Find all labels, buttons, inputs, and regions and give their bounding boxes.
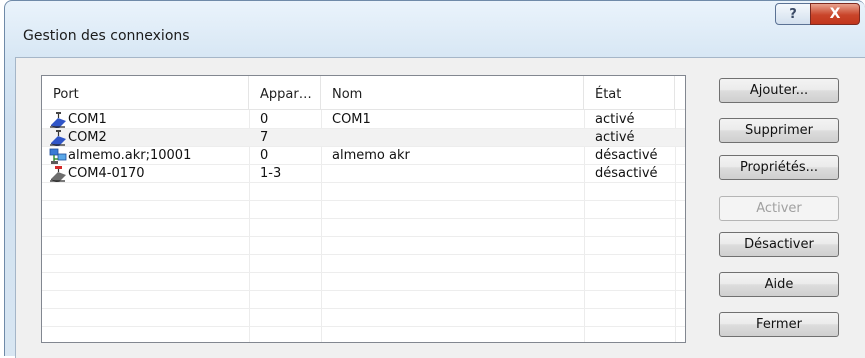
port-cell: COM4-0170 (42, 165, 249, 182)
port-name: almemo.akr;10001 (68, 148, 192, 163)
port-cell: almemo.akr;10001 (42, 147, 249, 164)
serial-port-icon (50, 129, 66, 146)
empty-row (42, 201, 685, 219)
column-header-etat[interactable]: État (584, 76, 675, 109)
add-button[interactable]: Ajouter... (719, 78, 839, 103)
nom-cell (321, 129, 584, 146)
appareils-cell: 0 (260, 112, 269, 127)
appareils-cell: 1-3 (260, 166, 282, 181)
empty-row (42, 327, 685, 342)
nom-cell (321, 165, 584, 182)
appareils-cell: 0 (260, 148, 269, 163)
port-name: COM2 (68, 130, 107, 145)
empty-row (42, 273, 685, 291)
close-title-button[interactable]: X (810, 3, 860, 25)
empty-row (42, 255, 685, 273)
help-icon: ? (789, 6, 797, 22)
properties-button[interactable]: Propriétés... (719, 155, 839, 180)
etat-cell: activé (595, 112, 635, 127)
table-row[interactable]: almemo.akr;10001 0 almemo akr désactivé (42, 147, 685, 165)
empty-row (42, 237, 685, 255)
deactivate-button[interactable]: Désactiver (719, 232, 839, 257)
empty-row (42, 219, 685, 237)
nom-cell: COM1 (332, 112, 371, 127)
connections-list[interactable]: Port Appar… Nom État COM1 0 COM1 activé … (41, 75, 686, 343)
column-header-nom[interactable]: Nom (321, 76, 584, 109)
empty-row (42, 309, 685, 327)
port-cell: COM1 (42, 111, 249, 128)
serial-port-disabled-icon (50, 165, 66, 182)
table-row[interactable]: COM2 7 activé (42, 129, 685, 147)
table-row[interactable]: COM4-0170 1-3 désactivé (42, 165, 685, 183)
port-name: COM1 (68, 112, 107, 127)
etat-cell: activé (595, 130, 635, 145)
empty-row (42, 183, 685, 201)
column-header-appareils[interactable]: Appar… (249, 76, 321, 109)
help-button[interactable]: Aide (719, 272, 839, 297)
network-port-icon (49, 148, 67, 164)
close-icon: X (829, 6, 841, 22)
etat-cell: désactivé (595, 148, 658, 163)
window-title: Gestion des connexions (23, 28, 190, 44)
nom-cell: almemo akr (332, 148, 410, 163)
table-row[interactable]: COM1 0 COM1 activé (42, 111, 685, 129)
serial-port-icon (50, 111, 66, 128)
port-cell: COM2 (42, 129, 249, 146)
close-button[interactable]: Fermer (719, 312, 839, 337)
help-title-button[interactable]: ? (775, 3, 811, 25)
column-header-port[interactable]: Port (42, 76, 249, 109)
list-header: Port Appar… Nom État (42, 76, 685, 110)
dialog-client-area: Port Appar… Nom État COM1 0 COM1 activé … (15, 57, 865, 358)
port-name: COM4-0170 (68, 166, 145, 181)
delete-button[interactable]: Supprimer (719, 118, 839, 143)
connection-manager-window: Gestion des connexions ? X Port Appar… N… (4, 0, 865, 358)
etat-cell: désactivé (595, 166, 658, 181)
empty-row (42, 291, 685, 309)
appareils-cell: 7 (260, 130, 269, 145)
activate-button[interactable]: Activer (719, 196, 839, 221)
